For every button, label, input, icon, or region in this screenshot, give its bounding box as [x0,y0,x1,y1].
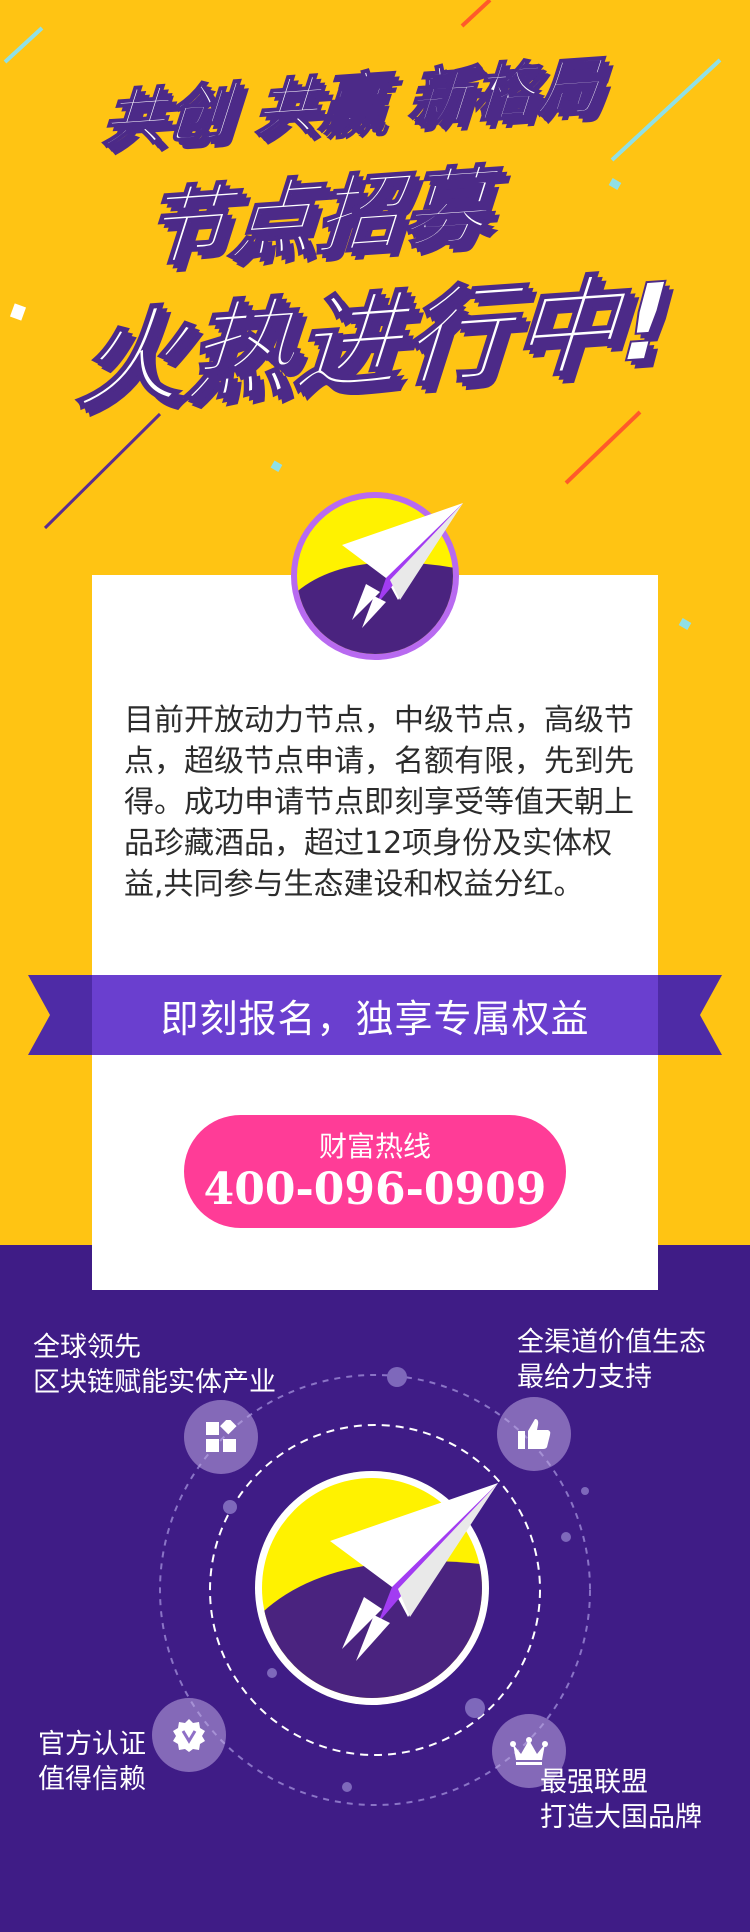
hotline-number: 400-096-0909 [203,1163,547,1215]
feature-bottom-right-line1: 最强联盟 [540,1767,648,1798]
hotline-button[interactable]: 财富热线 400-096-0909 [184,1115,566,1228]
feature-official-certified: 官方认证 值得信赖 [38,1727,146,1797]
feature-global-leading: 全球领先 区块链赋能实体产业 [33,1330,276,1400]
ribbon-text: 即刻报名，独享专属权益 [92,975,658,1055]
feature-top-right-line1: 全渠道价值生态 [517,1327,706,1358]
rocket-logo-icon [291,492,463,660]
headline-line-1: 共创 共赢 新格局 [99,48,605,157]
blocks-icon [184,1400,258,1474]
feature-bottom-left-line2: 值得信赖 [38,1764,146,1795]
ribbon-right-tail [656,975,722,1055]
feature-strongest-alliance: 最强联盟 打造大国品牌 [540,1765,702,1835]
headline: 共创 共赢 新格局 节点招募 火热进行中! [0,0,750,470]
thumbs-up-icon [497,1397,571,1471]
feature-bottom-left-line1: 官方认证 [38,1729,146,1760]
verified-badge-icon [152,1698,226,1772]
hotline-label: 财富热线 [318,1129,431,1163]
intro-text: 目前开放动力节点，中级节点，高级节点，超级节点申请，名额有限，先到先得。成功申请… [124,703,634,902]
ribbon-left-tail [28,975,94,1055]
feature-top-left-line1: 全球领先 [33,1332,141,1363]
feature-bottom-right-line2: 打造大国品牌 [540,1802,702,1833]
signup-ribbon: 即刻报名，独享专属权益 [28,975,722,1055]
feature-top-right-line2: 最给力支持 [517,1362,652,1393]
feature-top-left-line2: 区块链赋能实体产业 [33,1367,276,1398]
feature-full-channel: 全渠道价值生态 最给力支持 [517,1325,706,1395]
